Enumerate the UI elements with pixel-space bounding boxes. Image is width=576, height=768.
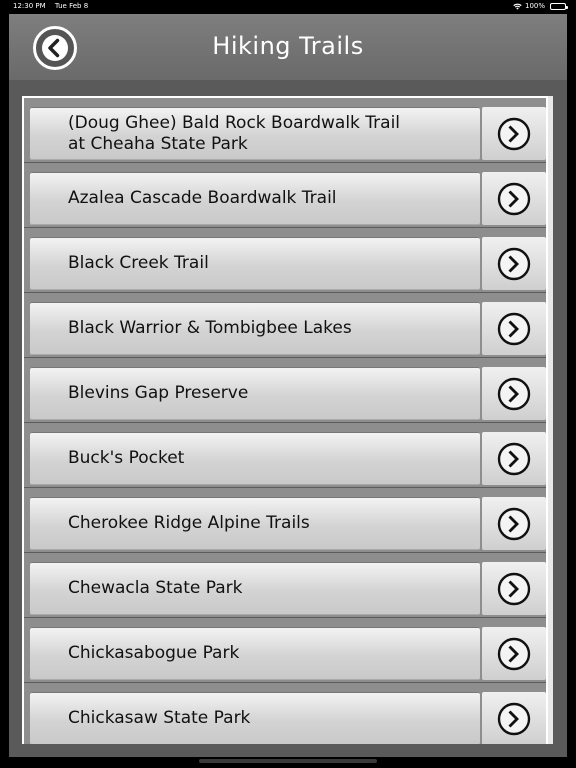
trail-list[interactable]: (Doug Ghee) Bald Rock Boardwalk Trail at …	[22, 96, 553, 744]
trail-label: Chewacla State Park	[68, 562, 468, 615]
trail-name-line1: Chickasabogue Park	[68, 643, 240, 663]
trail-label: Buck's Pocket	[68, 432, 468, 485]
screen: 12:30 PM Tue Feb 8 100% Hiking Trails (D…	[0, 0, 576, 768]
table-row[interactable]: Chickasaw State Park	[24, 683, 546, 744]
trail-detail-button[interactable]	[482, 302, 546, 355]
trail-button[interactable]: Chickasaw State Park	[30, 692, 480, 744]
chevron-right-circle-icon	[497, 182, 531, 215]
chevron-right-circle-icon	[497, 637, 531, 670]
trail-label: Azalea Cascade Boardwalk Trail	[68, 172, 468, 225]
trail-name-line1: Black Warrior & Tombigbee Lakes	[68, 318, 352, 338]
chevron-right-circle-icon	[497, 377, 531, 410]
trail-button[interactable]: Buck's Pocket	[30, 432, 480, 485]
trail-detail-button[interactable]	[482, 562, 546, 615]
table-row[interactable]: (Doug Ghee) Bald Rock Boardwalk Trail at …	[24, 98, 546, 163]
home-indicator[interactable]	[199, 759, 377, 763]
chevron-right-circle-icon	[497, 702, 531, 735]
table-row[interactable]: Chewacla State Park	[24, 553, 546, 618]
trail-label: Chickasaw State Park	[68, 692, 468, 744]
trail-label: Black Warrior & Tombigbee Lakes	[68, 302, 468, 355]
status-left: 12:30 PM Tue Feb 8	[13, 0, 95, 12]
status-time: 12:30 PM	[13, 2, 46, 10]
trail-detail-button[interactable]	[482, 367, 546, 420]
status-date: Tue Feb 8	[54, 2, 89, 10]
chevron-right-circle-icon	[497, 507, 531, 540]
table-row[interactable]: Black Warrior & Tombigbee Lakes	[24, 293, 546, 358]
chevron-right-circle-icon	[497, 117, 531, 150]
trail-detail-button[interactable]	[482, 692, 546, 744]
table-row[interactable]: Buck's Pocket	[24, 423, 546, 488]
trail-button[interactable]: Black Warrior & Tombigbee Lakes	[30, 302, 480, 355]
trail-label: Black Creek Trail	[68, 237, 468, 290]
trail-detail-button[interactable]	[482, 432, 546, 485]
trail-button[interactable]: Black Creek Trail	[30, 237, 480, 290]
chevron-right-circle-icon	[497, 312, 531, 345]
table-row[interactable]: Chickasabogue Park	[24, 618, 546, 683]
table-row[interactable]: Cherokee Ridge Alpine Trails	[24, 488, 546, 553]
trail-name-line1: Cherokee Ridge Alpine Trails	[68, 513, 310, 533]
trail-name-line1: (Doug Ghee) Bald Rock Boardwalk Trail	[68, 112, 401, 133]
trail-label: Cherokee Ridge Alpine Trails	[68, 497, 468, 550]
trail-list-scroll: (Doug Ghee) Bald Rock Boardwalk Trail at …	[24, 98, 546, 744]
page-title: Hiking Trails	[212, 32, 364, 60]
trail-detail-button[interactable]	[482, 172, 546, 225]
table-row[interactable]: Blevins Gap Preserve	[24, 358, 546, 423]
battery-percent: 100%	[524, 2, 545, 10]
trail-label: Blevins Gap Preserve	[68, 367, 468, 420]
trail-detail-button[interactable]	[482, 627, 546, 680]
trail-name-line1: Buck's Pocket	[68, 448, 185, 468]
trail-button[interactable]: Azalea Cascade Boardwalk Trail	[30, 172, 480, 225]
trail-button[interactable]: Blevins Gap Preserve	[30, 367, 480, 420]
trail-label: (Doug Ghee) Bald Rock Boardwalk Trail at …	[68, 107, 468, 160]
trail-button[interactable]: Cherokee Ridge Alpine Trails	[30, 497, 480, 550]
trail-name-line1: Chewacla State Park	[68, 578, 243, 598]
app-frame: Hiking Trails (Doug Ghee) Bald Rock Boar…	[9, 14, 567, 757]
battery-icon	[550, 2, 568, 10]
wifi-icon	[513, 3, 522, 10]
trail-detail-button[interactable]	[482, 497, 546, 550]
trail-button[interactable]: Chickasabogue Park	[30, 627, 480, 680]
scrollbar[interactable]	[548, 96, 553, 744]
trail-name-line2: at Cheaha State Park	[68, 133, 248, 154]
trail-label: Chickasabogue Park	[68, 627, 468, 680]
chevron-right-circle-icon	[497, 247, 531, 280]
chevron-right-circle-icon	[497, 572, 531, 605]
trail-detail-button[interactable]	[482, 107, 546, 160]
trail-detail-button[interactable]	[482, 237, 546, 290]
trail-name-line1: Black Creek Trail	[68, 253, 209, 273]
status-right: 100%	[513, 0, 568, 12]
chevron-right-circle-icon	[497, 442, 531, 475]
table-row[interactable]: Azalea Cascade Boardwalk Trail	[24, 163, 546, 228]
trail-button[interactable]: (Doug Ghee) Bald Rock Boardwalk Trail at …	[30, 107, 480, 160]
table-row[interactable]: Black Creek Trail	[24, 228, 546, 293]
header: Hiking Trails	[9, 14, 567, 80]
trail-name-line1: Chickasaw State Park	[68, 708, 251, 728]
trail-button[interactable]: Chewacla State Park	[30, 562, 480, 615]
status-bar: 12:30 PM Tue Feb 8 100%	[0, 0, 576, 14]
trail-name-line1: Blevins Gap Preserve	[68, 383, 249, 403]
trail-name-line1: Azalea Cascade Boardwalk Trail	[68, 188, 337, 208]
